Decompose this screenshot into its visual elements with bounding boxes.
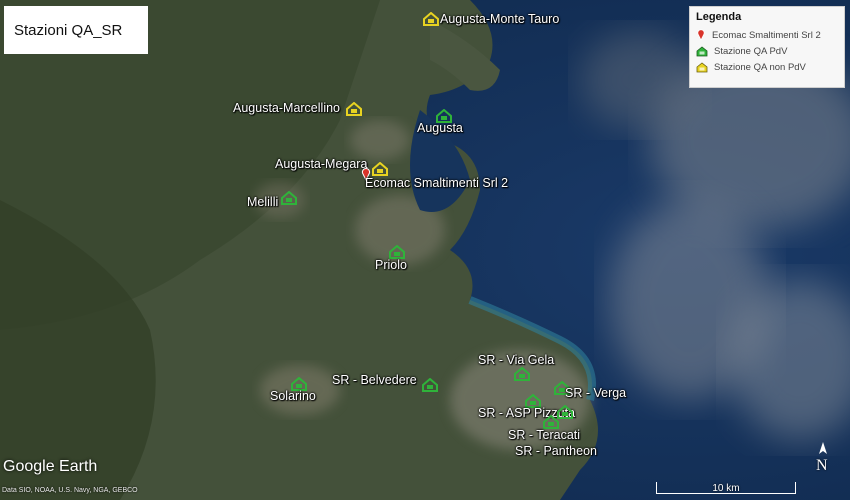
green-house-icon: [514, 366, 530, 381]
station-label: Solarino: [270, 389, 316, 403]
station-label: Augusta-Megara: [275, 157, 368, 171]
station-marker-sr-belvedere[interactable]: [422, 377, 438, 397]
green-house-icon: [696, 45, 708, 56]
site-label: Ecomac Smaltimenti Srl 2: [365, 176, 509, 190]
station-marker-sr-pantheon[interactable]: [557, 404, 573, 424]
station-label: Melilli: [247, 195, 279, 209]
station-label: SR - Teracati: [508, 428, 581, 442]
green-house-icon: [557, 404, 573, 419]
yellow-house-icon: [423, 11, 439, 26]
map-title: Stazioni QA_SR: [14, 21, 123, 39]
station-label: Priolo: [375, 258, 407, 272]
yellow-house-icon: [696, 61, 708, 72]
google-earth-logo: Google Earth: [3, 458, 98, 475]
map-title-box: Stazioni QA_SR: [4, 6, 148, 54]
station-label: Augusta-Monte Tauro: [440, 12, 560, 26]
station-marker-sr-via-gela[interactable]: [514, 366, 530, 386]
station-marker-augusta-marcellino[interactable]: [346, 101, 362, 121]
green-house-icon: [389, 244, 405, 259]
station-label: Augusta-Marcellino: [233, 101, 340, 115]
legend-item-label: Stazione QA PdV: [714, 45, 788, 57]
yellow-house-icon: [346, 101, 362, 116]
station-label: SR - Verga: [565, 386, 627, 400]
green-house-icon: [422, 377, 438, 392]
green-house-icon: [281, 190, 297, 205]
station-marker-augusta-monte-tauro[interactable]: [423, 11, 439, 31]
legend-item-pdv: Stazione QA PdV: [696, 43, 838, 59]
station-label: SR - Pantheon: [515, 444, 597, 458]
yellow-house-icon: [372, 161, 388, 176]
legend-item-site: Ecomac Smaltimenti Srl 2: [696, 27, 838, 43]
station-label: SR - Belvedere: [332, 373, 417, 387]
legend-item-non-pdv: Stazione QA non PdV: [696, 59, 838, 75]
legend-panel: Legenda Ecomac Smaltimenti Srl 2 Stazion…: [689, 6, 845, 88]
north-arrow[interactable]: N: [812, 440, 834, 480]
map-view[interactable]: Stazioni QA_SR Legenda Ecomac Smaltiment…: [0, 0, 850, 500]
station-label: SR - Via Gela: [478, 353, 555, 367]
station-label: Augusta: [417, 121, 463, 135]
station-marker-melilli[interactable]: [281, 190, 297, 210]
legend-item-label: Stazione QA non PdV: [714, 61, 806, 73]
red-pin-icon: [697, 29, 705, 41]
legend-title: Legenda: [696, 11, 742, 23]
legend-item-label: Ecomac Smaltimenti Srl 2: [712, 29, 821, 41]
imagery-credits: Data SIO, NOAA, U.S. Navy, NGA, GEBCO: [2, 487, 138, 494]
north-label: N: [816, 457, 828, 474]
scale-label: 10 km: [712, 483, 740, 494]
scale-bar: 10 km: [656, 482, 796, 494]
